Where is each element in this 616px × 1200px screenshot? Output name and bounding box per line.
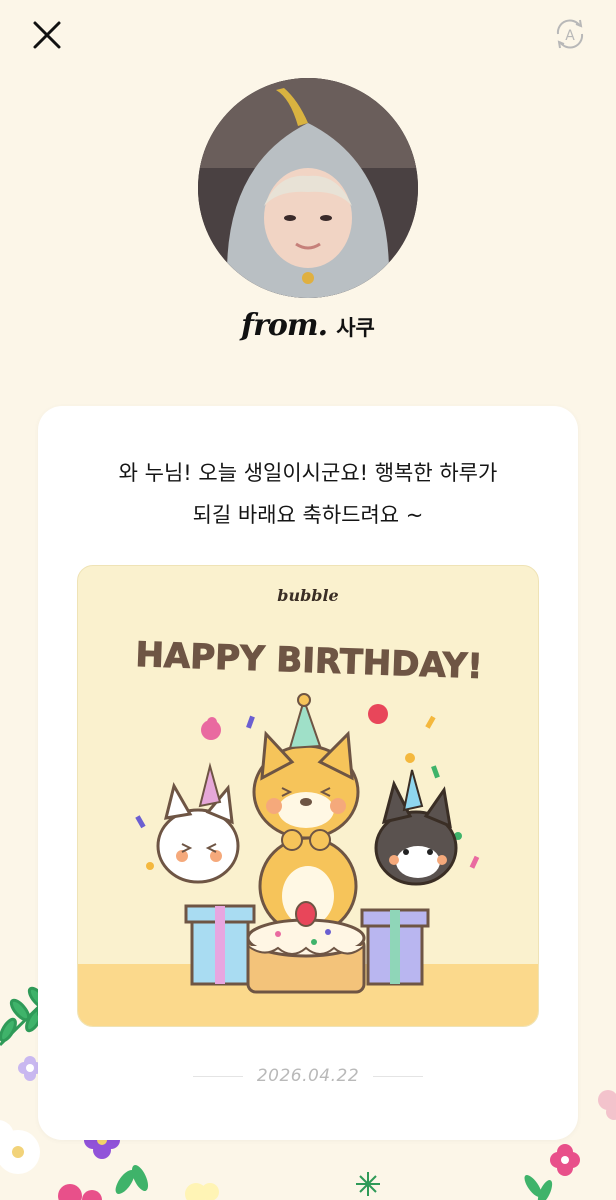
pink-flower-right-icon: [550, 1144, 580, 1176]
letter-date-row: 2026.04.22: [38, 1066, 578, 1086]
white-cat-icon: [156, 762, 240, 884]
message-line: 되길 바래요 축하드려요 ~: [192, 503, 424, 527]
letter-date: 2026.04.22: [256, 1066, 360, 1086]
message-line: 와 누님! 오늘 생일이시군요! 행복한 하루가: [118, 461, 498, 485]
green-leaf-icon: [115, 1165, 149, 1194]
svg-text:A: A: [565, 28, 575, 44]
gift-box-left-icon: [184, 904, 256, 986]
white-flower-icon: [0, 1120, 40, 1174]
sender-name: 사쿠: [336, 316, 375, 340]
letter-message: 와 누님! 오늘 생일이시군요! 행복한 하루가 되길 바래요 축하드려요 ~: [58, 452, 558, 536]
blush-flower-right-icon: [598, 1090, 616, 1120]
auto-translate-icon: A: [556, 19, 584, 49]
close-button[interactable]: [26, 14, 68, 56]
divider: [373, 1075, 424, 1077]
birthday-illustration: HAPPY BIRTHDAY!: [78, 634, 538, 1026]
shiba-dog-icon: [252, 693, 360, 936]
black-cat-icon: [374, 769, 458, 886]
headline-text: HAPPY BIRTHDAY!: [135, 635, 484, 687]
translate-button[interactable]: A: [552, 16, 588, 52]
pink-flower-icon: [58, 1184, 102, 1200]
divider: [192, 1075, 243, 1077]
close-icon: [33, 21, 61, 49]
birthday-card-image[interactable]: bubble HAPPY BIRTHDAY!: [77, 565, 539, 1027]
sender-avatar: [198, 78, 418, 298]
sender-line: from. 사쿠: [0, 308, 616, 343]
avatar-photo: [198, 78, 418, 298]
gift-box-right-icon: [360, 908, 430, 986]
sparkle-icon: [356, 1172, 380, 1196]
from-label: from.: [241, 308, 328, 343]
green-leaf-right-icon: [524, 1174, 553, 1200]
yellow-flower-icon: [185, 1183, 219, 1200]
letter-card: 와 누님! 오늘 생일이시군요! 행복한 하루가 되길 바래요 축하드려요 ~ …: [38, 406, 578, 1140]
